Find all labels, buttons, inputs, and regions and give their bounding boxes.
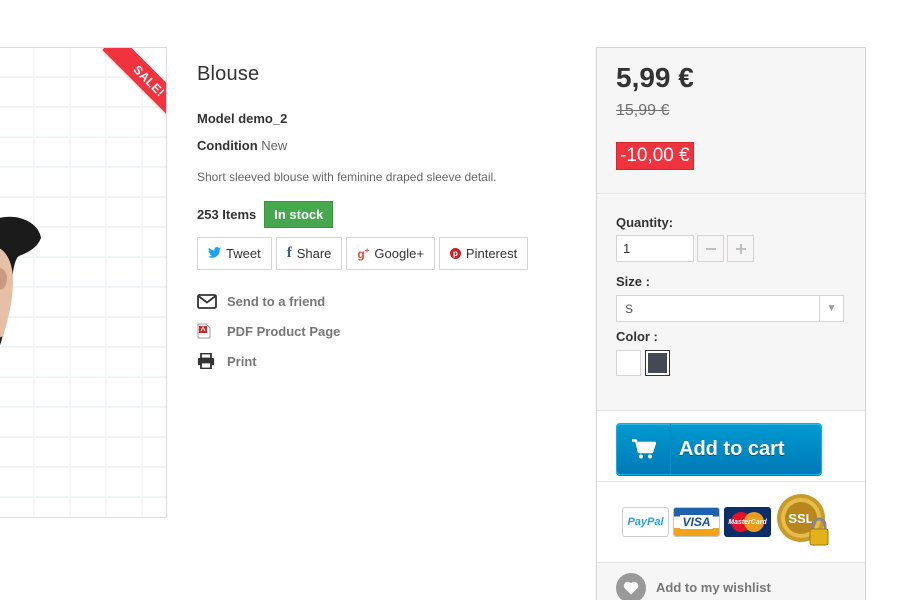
facebook-icon: f: [286, 245, 292, 261]
size-select[interactable]: S ▼: [616, 295, 844, 322]
model-value: demo_2: [238, 111, 288, 126]
model-photo: [0, 216, 41, 346]
chevron-down-icon: ▼: [819, 296, 843, 321]
tweet-button[interactable]: Tweet: [197, 237, 272, 270]
product-info: Blouse Model demo_2 Condition New Short …: [197, 63, 557, 376]
price-reduction-badge: -10,00 €: [616, 142, 694, 170]
add-to-cart-button[interactable]: Add to cart: [616, 423, 822, 475]
quantity-row: [616, 235, 846, 262]
facebook-share-button[interactable]: f Share: [275, 237, 343, 270]
pdf-icon: [197, 323, 227, 339]
add-to-cart-label: Add to cart: [679, 437, 785, 460]
paypal-text: PayPal: [627, 516, 664, 528]
cart-area: Add to cart: [597, 410, 865, 482]
sale-ribbon-text: SALE!: [102, 48, 166, 128]
envelope-icon: [197, 293, 227, 309]
buy-box: 5,99 € 15,99 € -10,00 € Quantity: Size :…: [596, 47, 866, 600]
pinterest-icon: p: [449, 248, 461, 259]
product-description: Short sleeved blouse with feminine drape…: [197, 170, 497, 184]
heart-icon: [616, 572, 646, 600]
pdf-product-page-link[interactable]: PDF Product Page: [197, 316, 557, 346]
google-plus-button[interactable]: g+ Google+: [346, 237, 435, 270]
product-condition: Condition New: [197, 138, 557, 153]
color-swatches: [616, 350, 846, 376]
wishlist-label: Add to my wishlist: [656, 580, 771, 595]
mastercard-logo: MasterCard: [724, 507, 771, 537]
swatch-fill: [648, 353, 667, 373]
quantity-input[interactable]: [616, 235, 694, 262]
price-area: 5,99 € 15,99 € -10,00 €: [597, 48, 865, 194]
pinterest-label: Pinterest: [465, 246, 518, 261]
pinterest-button[interactable]: p Pinterest: [438, 237, 529, 270]
ssl-text: SSL: [788, 511, 813, 526]
visa-text: VISA: [680, 515, 713, 529]
send-to-friend-label: Send to a friend: [227, 293, 326, 309]
stock-row: 253 Items In stock: [197, 201, 557, 228]
product-image[interactable]: SALE!: [0, 47, 167, 518]
mastercard-text: MasterCard: [728, 518, 767, 526]
product-options: Quantity: Size : S ▼ Color :: [597, 194, 865, 410]
quantity-decrease-button[interactable]: [697, 235, 724, 262]
google-plus-label: Google+: [374, 246, 424, 261]
quantity-label: Quantity:: [616, 215, 674, 230]
product-title: Blouse: [197, 63, 260, 85]
google-plus-icon: g+: [357, 246, 370, 261]
minus-icon: [705, 247, 716, 250]
color-label: Color :: [616, 329, 658, 344]
current-price: 5,99 €: [616, 62, 694, 93]
condition-value: New: [261, 138, 288, 153]
add-to-wishlist-link[interactable]: Add to my wishlist: [597, 562, 865, 600]
quantity-increase-button[interactable]: [727, 235, 754, 262]
plus-icon: [735, 243, 746, 254]
visa-logo: VISA: [673, 507, 720, 537]
color-swatch-white[interactable]: [616, 350, 641, 376]
pdf-product-page-label: PDF Product Page: [227, 323, 341, 339]
stock-badge: In stock: [264, 201, 334, 228]
shopping-cart-icon: [617, 424, 671, 474]
printer-icon: [197, 353, 227, 369]
print-label: Print: [227, 353, 257, 369]
paypal-logo: PayPal: [622, 507, 669, 537]
color-swatch-dark[interactable]: [645, 350, 670, 376]
ssl-badge: SSL: [775, 492, 835, 552]
social-share-buttons: Tweet f Share g+ Google+ p Pinterest: [197, 237, 557, 270]
old-price: 15,99 €: [616, 102, 670, 119]
product-links: Send to a friend PDF Product Page Print: [197, 286, 557, 376]
product-model: Model demo_2: [197, 111, 557, 126]
print-link[interactable]: Print: [197, 346, 557, 376]
sale-ribbon: SALE!: [82, 48, 166, 132]
items-count: 253 Items: [197, 207, 257, 222]
send-to-friend-link[interactable]: Send to a friend: [197, 286, 557, 316]
model-label: Model: [197, 111, 235, 126]
twitter-icon: [208, 246, 221, 261]
swatch-fill: [619, 353, 638, 373]
size-select-value: S: [625, 301, 634, 316]
share-label: Share: [296, 246, 332, 261]
tweet-label: Tweet: [226, 246, 261, 261]
payment-methods: PayPal VISA MasterCard SSL: [597, 482, 865, 562]
size-label: Size :: [616, 274, 650, 289]
condition-label: Condition: [197, 138, 258, 153]
